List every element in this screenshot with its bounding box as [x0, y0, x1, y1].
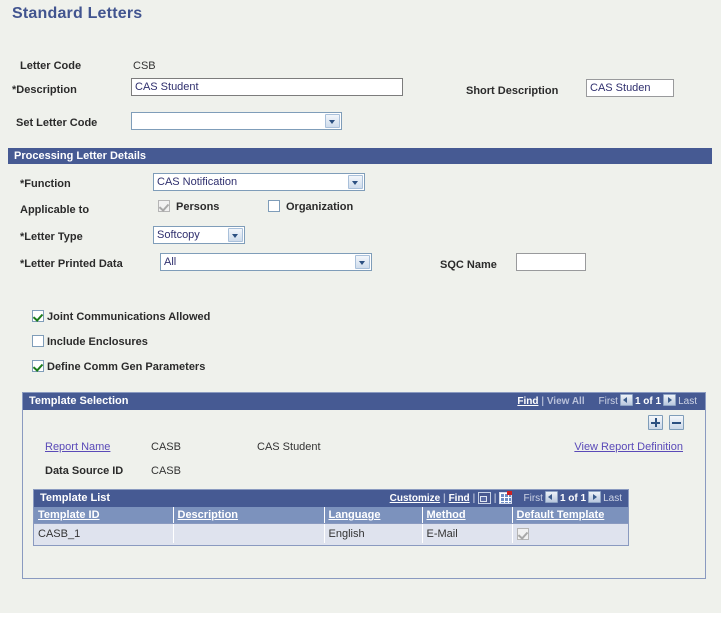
- persons-checkbox[interactable]: [158, 200, 170, 212]
- template-selection-title: Template Selection: [29, 395, 129, 407]
- view-all-link[interactable]: View All: [547, 396, 585, 407]
- persons-label: Persons: [176, 201, 220, 213]
- customize-link[interactable]: Customize: [390, 493, 441, 504]
- set-letter-code-label: Set Letter Code: [16, 117, 98, 129]
- letter-code-label: Letter Code: [20, 60, 82, 72]
- first-label[interactable]: First: [599, 396, 618, 407]
- column-header-language[interactable]: Language: [324, 507, 423, 524]
- first-label[interactable]: First: [524, 493, 543, 504]
- find-link[interactable]: Find: [517, 396, 538, 407]
- data-source-id-label: Data Source ID: [45, 465, 124, 477]
- letter-type-select[interactable]: Softcopy: [153, 226, 245, 244]
- template-selection-header: Template Selection Find | View All First…: [23, 393, 705, 410]
- chevron-down-icon[interactable]: [325, 114, 340, 128]
- cell-description: [173, 523, 325, 543]
- default-template-checkbox[interactable]: [516, 528, 529, 540]
- last-label[interactable]: Last: [603, 493, 622, 504]
- table-header-row: Template ID Description Language Method …: [34, 507, 628, 524]
- column-header-method[interactable]: Method: [422, 507, 513, 524]
- letter-code-value: CSB: [133, 60, 156, 72]
- function-value: CAS Notification: [157, 176, 238, 188]
- delete-row-button[interactable]: [669, 415, 684, 430]
- add-row-button[interactable]: [648, 415, 663, 430]
- find-link[interactable]: Find: [449, 493, 470, 504]
- description-label: *Description: [12, 84, 77, 96]
- description-input[interactable]: CAS Student: [131, 78, 403, 96]
- template-selection-nav: Find | View All First 1 of 1 Last: [517, 394, 697, 407]
- chevron-down-icon[interactable]: [355, 255, 370, 269]
- cell-language: English: [324, 523, 423, 543]
- joint-communications-label: Joint Communications Allowed: [47, 311, 211, 323]
- cell-default-template: [512, 523, 628, 543]
- row-count: 1 of 1: [559, 493, 587, 504]
- cell-template-id: CASB_1: [34, 523, 174, 543]
- organization-checkbox[interactable]: [268, 200, 280, 212]
- template-selection-group: Template Selection Find | View All First…: [22, 392, 706, 579]
- letter-printed-data-value: All: [164, 256, 177, 268]
- function-label: *Function: [20, 178, 71, 190]
- joint-communications-checkbox[interactable]: [32, 310, 44, 322]
- table-row: CASB_1 English E-Mail: [34, 523, 628, 543]
- column-header-default-template[interactable]: Default Template: [512, 507, 628, 524]
- last-label[interactable]: Last: [678, 396, 697, 407]
- template-list-table: Template ID Description Language Method …: [34, 507, 628, 543]
- next-row-button[interactable]: [663, 394, 677, 406]
- template-list-grid: Template List Customize | Find | | First…: [33, 489, 629, 546]
- report-name-link[interactable]: Report Name: [45, 441, 110, 453]
- function-select[interactable]: CAS Notification: [153, 173, 365, 191]
- short-description-label: Short Description: [466, 85, 559, 97]
- define-comm-gen-checkbox[interactable]: [32, 360, 44, 372]
- letter-printed-data-label: *Letter Printed Data: [20, 258, 123, 270]
- page-canvas: Standard Letters Letter Code CSB *Descri…: [0, 0, 721, 613]
- report-name-code: CASB: [151, 441, 181, 453]
- template-list-header: Template List Customize | Find | | First…: [34, 490, 628, 507]
- processing-letter-details-header: Processing Letter Details: [8, 148, 712, 164]
- report-name-description: CAS Student: [257, 441, 321, 453]
- include-enclosures-checkbox[interactable]: [32, 335, 44, 347]
- download-to-spreadsheet-icon[interactable]: [499, 491, 513, 504]
- sqc-name-input[interactable]: [516, 253, 586, 271]
- row-count: 1 of 1: [634, 396, 662, 407]
- previous-page-button[interactable]: [544, 491, 558, 503]
- next-page-button[interactable]: [588, 491, 602, 503]
- set-letter-code-select[interactable]: [131, 112, 342, 130]
- view-in-new-window-icon[interactable]: [478, 492, 492, 504]
- sqc-name-label: SQC Name: [440, 259, 497, 271]
- cell-method: E-Mail: [422, 523, 513, 543]
- page-title: Standard Letters: [12, 5, 143, 22]
- applicable-to-label: Applicable to: [20, 204, 90, 216]
- chevron-down-icon[interactable]: [348, 175, 363, 189]
- column-header-description[interactable]: Description: [173, 507, 325, 524]
- template-list-title: Template List: [40, 492, 111, 504]
- organization-label: Organization: [286, 201, 354, 213]
- chevron-down-icon[interactable]: [228, 228, 243, 242]
- template-list-nav: Customize | Find | | First 1 of 1 Last: [389, 491, 622, 504]
- data-source-id-value: CASB: [151, 465, 181, 477]
- letter-type-label: *Letter Type: [20, 231, 83, 243]
- short-description-input[interactable]: CAS Studen: [586, 79, 674, 97]
- define-comm-gen-label: Define Comm Gen Parameters: [47, 361, 206, 373]
- column-header-template-id[interactable]: Template ID: [34, 507, 174, 524]
- include-enclosures-label: Include Enclosures: [47, 336, 148, 348]
- previous-row-button[interactable]: [619, 394, 633, 406]
- letter-type-value: Softcopy: [157, 229, 200, 241]
- letter-printed-data-select[interactable]: All: [160, 253, 372, 271]
- view-report-definition-link[interactable]: View Report Definition: [574, 441, 683, 453]
